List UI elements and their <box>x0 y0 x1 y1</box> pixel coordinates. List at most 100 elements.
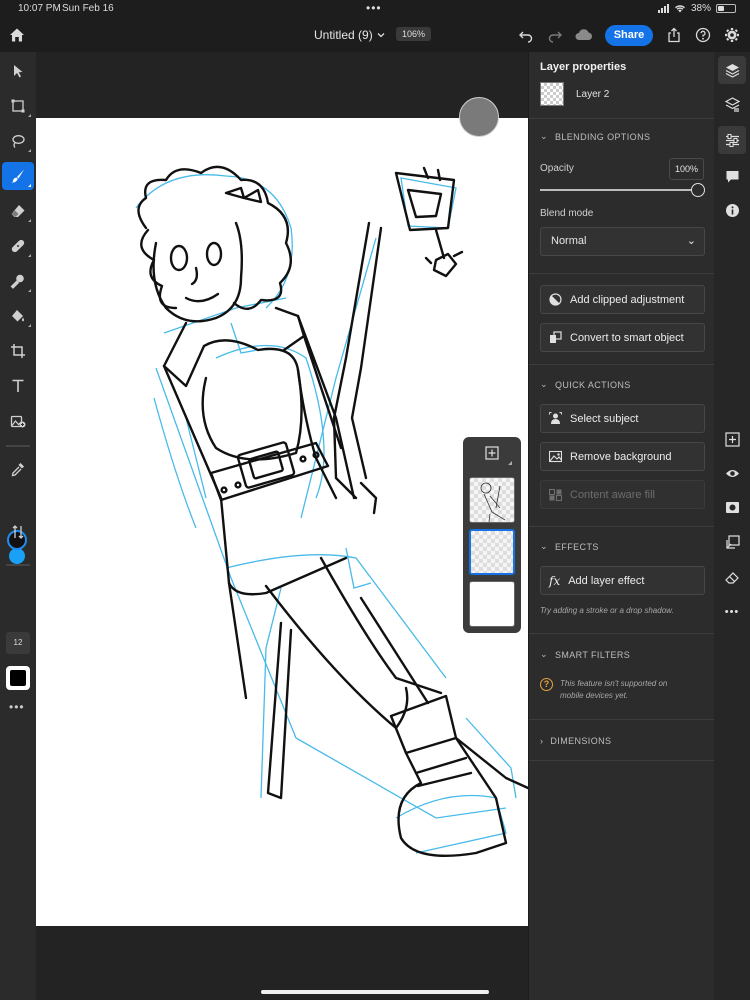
chevron-right-icon: › <box>540 736 544 746</box>
help-icon[interactable] <box>695 27 711 43</box>
opacity-slider-handle[interactable] <box>691 183 705 197</box>
blending-options-label: BLENDING OPTIONS <box>554 131 651 142</box>
paint-bucket-icon <box>12 310 24 322</box>
fill-tool[interactable] <box>2 302 34 330</box>
smart-filters-header[interactable]: ⌄ SMART FILTERS <box>540 649 630 660</box>
status-bar: 10:07 PM Sun Feb 16 ••• 38% <box>0 0 750 18</box>
clone-stamp-tool[interactable] <box>2 267 34 295</box>
add-layer-icon[interactable] <box>485 446 499 460</box>
info-icon <box>725 203 739 217</box>
remove-background-button[interactable]: Remove background <box>540 442 705 471</box>
eye-icon <box>725 469 739 477</box>
image-add-icon <box>10 415 26 428</box>
eraser-layer-icon <box>724 571 739 584</box>
section-divider <box>529 526 715 527</box>
cloud-icon[interactable] <box>574 27 594 43</box>
crop-tool[interactable] <box>2 337 34 365</box>
add-layer-effect-label: Add layer effect <box>568 574 645 587</box>
brush-size-control[interactable]: 12 <box>6 632 30 654</box>
document-title-text: Untitled (9) <box>314 28 373 42</box>
blend-mode-value: Normal <box>551 235 587 247</box>
redo-icon[interactable] <box>547 27 563 43</box>
effects-header[interactable]: ⌄ EFFECTS <box>540 541 599 552</box>
active-color-button[interactable] <box>6 666 30 690</box>
artboard[interactable] <box>36 118 528 926</box>
blend-mode-label: Blend mode <box>540 208 594 219</box>
multitask-dots-icon[interactable]: ••• <box>366 1 382 15</box>
home-indicator[interactable] <box>261 990 489 994</box>
gear-icon[interactable] <box>724 27 740 43</box>
undo-icon[interactable] <box>518 27 534 43</box>
swap-colors-button[interactable] <box>2 518 34 546</box>
eyedropper-tool[interactable] <box>2 455 34 483</box>
current-layer-thumbnail <box>540 82 564 106</box>
brush-tool[interactable] <box>2 162 34 190</box>
export-icon[interactable] <box>666 27 682 43</box>
layer-thumbnail-layer-2[interactable] <box>469 529 515 575</box>
crop-icon <box>11 344 25 358</box>
mask-icon <box>725 501 739 513</box>
opacity-slider-track[interactable] <box>540 189 698 191</box>
layer-thumbnail-background[interactable] <box>469 581 515 627</box>
quick-actions-label: QUICK ACTIONS <box>554 379 631 390</box>
place-image-tool[interactable] <box>2 407 34 435</box>
clipping-mask-button[interactable] <box>718 528 746 556</box>
add-layer-effect-button[interactable]: fx Add layer effect <box>540 566 705 595</box>
layer-thumbnail-sketch[interactable] <box>469 477 515 523</box>
share-button[interactable]: Share <box>605 25 653 46</box>
blending-options-header[interactable]: ⌄ BLENDING OPTIONS <box>540 131 650 142</box>
content-aware-fill-label: Content aware fill <box>570 488 655 501</box>
layers-panel-button[interactable] <box>718 56 746 84</box>
comments-button[interactable] <box>718 162 746 190</box>
transform-tool[interactable] <box>2 92 34 120</box>
stamp-icon <box>10 274 24 289</box>
eraser-tool[interactable] <box>2 197 34 225</box>
home-icon[interactable] <box>8 26 26 44</box>
quick-actions-header[interactable]: ⌄ QUICK ACTIONS <box>540 379 631 390</box>
status-date: Sun Feb 16 <box>62 3 114 14</box>
more-tools-icon[interactable]: ••• <box>9 700 25 714</box>
dimensions-label: DIMENSIONS <box>550 736 612 746</box>
info-button[interactable] <box>718 196 746 224</box>
chevron-down-icon: ⌄ <box>540 649 548 659</box>
eraser-icon <box>11 205 25 217</box>
dimensions-header[interactable]: › DIMENSIONS <box>540 736 611 746</box>
add-layer-button[interactable] <box>718 425 746 453</box>
opacity-value-field[interactable]: 100% <box>669 158 704 180</box>
lasso-icon <box>12 135 25 148</box>
convert-smart-object-button[interactable]: Convert to smart object <box>540 323 705 352</box>
add-layer-menu-icon[interactable] <box>508 461 512 465</box>
background-color-swatch[interactable] <box>9 548 25 564</box>
layer-sketch-preview <box>480 482 506 522</box>
section-divider <box>529 364 715 365</box>
zoom-level[interactable]: 106% <box>396 27 432 41</box>
status-time: 10:07 PM <box>18 3 61 14</box>
document-title[interactable]: Untitled (9) <box>314 28 385 42</box>
blend-mode-select[interactable]: Normal ⌄ <box>540 227 705 256</box>
remove-background-icon <box>549 450 562 463</box>
toggle-visibility-button[interactable] <box>718 459 746 487</box>
lasso-tool[interactable] <box>2 127 34 155</box>
section-divider <box>529 273 715 274</box>
add-clipped-adjustment-button[interactable]: Add clipped adjustment <box>540 285 705 314</box>
text-icon <box>12 379 24 392</box>
eyedropper-icon <box>11 463 24 477</box>
warning-icon: ? <box>540 678 553 691</box>
clip-icon <box>725 534 740 549</box>
select-subject-button[interactable]: Select subject <box>540 404 705 433</box>
layers-detail-icon <box>724 96 740 112</box>
properties-panel-button[interactable] <box>718 126 746 154</box>
arrow-pointer-icon <box>14 65 23 78</box>
more-layer-options-button[interactable]: ••• <box>718 598 746 626</box>
transform-icon <box>11 99 25 113</box>
healing-tool[interactable] <box>2 232 34 260</box>
sliders-icon <box>725 133 739 147</box>
delete-layer-button[interactable] <box>718 563 746 591</box>
move-tool[interactable] <box>2 57 34 85</box>
section-divider <box>529 719 715 720</box>
adjustment-layers-button[interactable] <box>718 90 746 118</box>
section-divider <box>529 633 715 634</box>
type-tool[interactable] <box>2 372 34 400</box>
smart-filters-label: SMART FILTERS <box>554 649 631 660</box>
layer-mask-button[interactable] <box>718 493 746 521</box>
